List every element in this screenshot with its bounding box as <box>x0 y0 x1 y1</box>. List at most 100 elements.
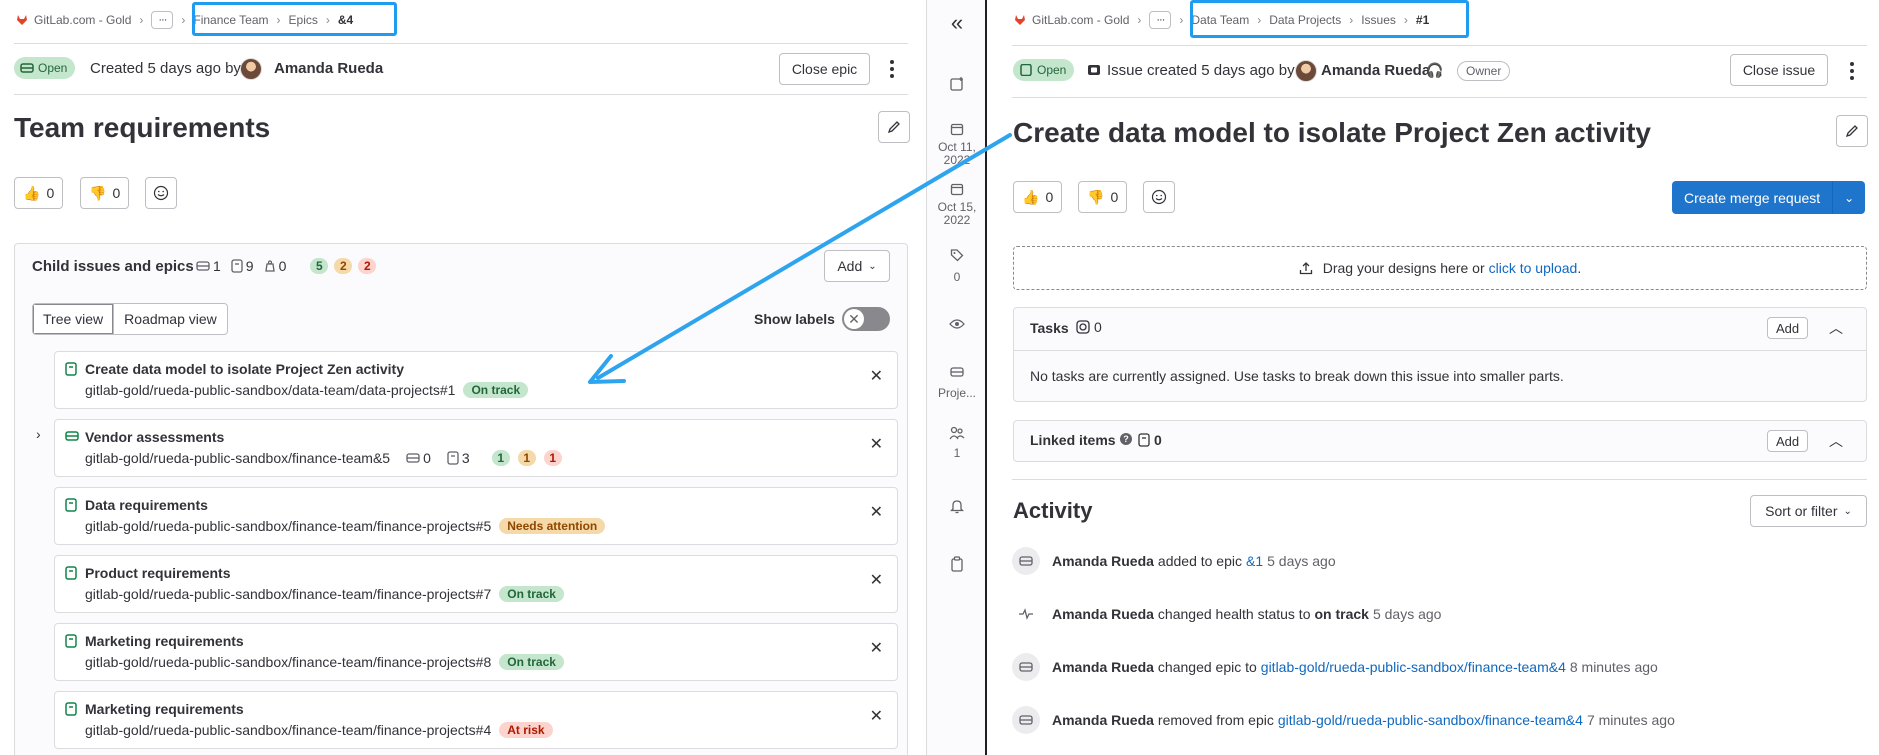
remove-child-button[interactable]: ✕ <box>870 434 883 454</box>
thumbs-up-count: 0 <box>1045 189 1054 205</box>
child-path-text: gitlab-gold/rueda-public-sandbox/finance… <box>85 518 492 534</box>
list-item[interactable]: Marketing requirements gitlab-gold/rueda… <box>54 691 898 749</box>
eye-icon[interactable] <box>927 318 987 333</box>
health-needs-attention-count: 1 <box>517 450 536 466</box>
close-issue-button[interactable]: Close issue <box>1730 54 1828 86</box>
collapse-chevron-up-icon[interactable]: ︿ <box>1829 431 1843 451</box>
remove-child-button[interactable]: ✕ <box>870 366 883 386</box>
start-date[interactable]: Oct 11, 2022 <box>927 122 987 167</box>
activity-link[interactable]: gitlab-gold/rueda-public-sandbox/finance… <box>1278 712 1583 728</box>
activity-author[interactable]: Amanda Rueda <box>1052 606 1154 622</box>
collapse-chevron-up-icon[interactable]: ︿ <box>1829 318 1843 338</box>
activity-author[interactable]: Amanda Rueda <box>1052 712 1154 728</box>
thumbs-up-count: 0 <box>46 185 55 201</box>
child-path-text: gitlab-gold/rueda-public-sandbox/data-te… <box>85 382 456 398</box>
chevron-right-icon: › <box>181 13 186 27</box>
more-actions-icon[interactable] <box>890 60 894 78</box>
child-path: gitlab-gold/rueda-public-sandbox/finance… <box>85 586 564 602</box>
avatar[interactable] <box>1295 60 1317 82</box>
child-title[interactable]: Data requirements <box>85 497 208 513</box>
child-title[interactable]: Product requirements <box>85 565 230 581</box>
breadcrumb-org[interactable]: GitLab.com - Gold <box>34 13 131 27</box>
thumbs-up-button[interactable]: 👍 0 <box>14 177 64 209</box>
child-title[interactable]: Marketing requirements <box>85 633 244 649</box>
smiley-icon <box>153 185 169 201</box>
activity-link[interactable]: gitlab-gold/rueda-public-sandbox/finance… <box>1261 659 1566 675</box>
activity-time: 5 days ago <box>1372 606 1442 622</box>
thumbs-down-count: 0 <box>112 185 121 201</box>
list-item[interactable]: Data requirements gitlab-gold/rueda-publ… <box>54 487 898 545</box>
chevron-down-icon[interactable]: ⌄ <box>1833 181 1866 214</box>
add-reaction-button[interactable] <box>145 177 177 209</box>
help-icon[interactable]: ? <box>1120 433 1132 445</box>
health-on-track-count: 1 <box>491 450 510 466</box>
close-epic-button[interactable]: Close epic <box>779 53 870 85</box>
add-child-button[interactable]: Add ⌄ <box>824 250 890 282</box>
avatar[interactable] <box>240 58 262 80</box>
activity-link[interactable]: &1 <box>1246 553 1263 569</box>
sort-filter-dropdown[interactable]: Sort or filter ⌄ <box>1750 495 1867 527</box>
child-path: gitlab-gold/rueda-public-sandbox/data-te… <box>85 382 529 398</box>
sort-filter-label: Sort or filter <box>1765 503 1838 519</box>
notifications-icon[interactable] <box>927 498 987 517</box>
labels-count: 0 <box>953 270 961 284</box>
copy-reference-icon[interactable] <box>927 556 987 575</box>
participants[interactable]: 1 <box>927 426 987 460</box>
create-merge-request-button[interactable]: Create merge request <box>1672 181 1834 214</box>
remove-child-button[interactable]: ✕ <box>870 638 883 658</box>
remove-child-button[interactable]: ✕ <box>870 706 883 726</box>
list-item[interactable]: Product requirements gitlab-gold/rueda-p… <box>54 555 898 613</box>
activity-author[interactable]: Amanda Rueda <box>1052 553 1154 569</box>
activity-item: Amanda Rueda added to epic &1 5 days ago <box>1012 547 1340 575</box>
health-status-badge: Needs attention <box>499 518 606 534</box>
add-linked-item-button[interactable]: Add <box>1767 430 1809 452</box>
remove-child-button[interactable]: ✕ <box>870 570 883 590</box>
collapse-sidebar-icon[interactable]: « <box>927 12 987 34</box>
thumbs-down-button[interactable]: 👎 0 <box>1078 181 1128 213</box>
activity-author[interactable]: Amanda Rueda <box>1052 659 1154 675</box>
tasks-empty-text: No tasks are currently assigned. Use tas… <box>1030 368 1564 384</box>
page-title: Create data model to isolate Project Zen… <box>1013 117 1651 148</box>
thumbs-down-button[interactable]: 👎 0 <box>80 177 130 209</box>
remove-child-button[interactable]: ✕ <box>870 502 883 522</box>
project[interactable]: Proje... <box>927 366 987 400</box>
author-link[interactable]: Amanda Rueda <box>274 60 383 77</box>
show-labels-toggle[interactable]: ✕ <box>842 307 890 331</box>
child-title[interactable]: Vendor assessments <box>85 429 224 445</box>
tab-roadmap-view[interactable]: Roadmap view <box>114 304 227 334</box>
add-task-button[interactable]: Add <box>1767 317 1809 339</box>
issue-open-icon <box>1020 64 1032 76</box>
thumbs-down-icon: 👎 <box>1087 188 1105 205</box>
epic-icon <box>1012 653 1040 681</box>
design-upload-dropzone[interactable]: Drag your designs here or click to uploa… <box>1013 246 1867 290</box>
activity-time: 8 minutes ago <box>1569 659 1658 675</box>
tasks-section <box>1013 307 1867 402</box>
list-item[interactable]: Marketing requirements gitlab-gold/rueda… <box>54 623 898 681</box>
edit-title-button[interactable] <box>1836 115 1868 147</box>
click-to-upload-link[interactable]: click to upload <box>1489 260 1578 276</box>
thumbs-down-count: 0 <box>1110 189 1119 205</box>
health-on-track-count: 5 <box>310 258 329 274</box>
add-reaction-button[interactable] <box>1143 181 1175 213</box>
due-date[interactable]: Oct 15, 2022 <box>927 182 987 227</box>
edit-title-button[interactable] <box>878 111 910 143</box>
more-actions-icon[interactable] <box>1850 62 1854 80</box>
child-title[interactable]: Marketing requirements <box>85 701 244 717</box>
breadcrumb-more-button[interactable]: ··· <box>1149 11 1172 29</box>
thumbs-up-button[interactable]: 👍 0 <box>1013 181 1063 213</box>
child-title[interactable]: Create data model to isolate Project Zen… <box>85 361 404 377</box>
list-item[interactable]: Create data model to isolate Project Zen… <box>54 351 898 409</box>
list-item[interactable]: Vendor assessments gitlab-gold/rueda-pub… <box>54 419 898 477</box>
tab-tree-view[interactable]: Tree view <box>33 304 115 334</box>
author-link[interactable]: Amanda Rueda <box>1321 62 1430 79</box>
activity-time: 7 minutes ago <box>1586 712 1675 728</box>
todo-add-icon[interactable] <box>927 76 987 95</box>
divider <box>14 43 908 44</box>
labels[interactable]: 0 <box>927 248 987 284</box>
chevron-right-icon: › <box>139 13 144 27</box>
chevron-down-icon: ⌄ <box>868 260 877 272</box>
breadcrumb-more-button[interactable]: ··· <box>151 11 174 29</box>
expand-chevron-icon[interactable]: › <box>36 426 41 442</box>
breadcrumb-org[interactable]: GitLab.com - Gold <box>1032 13 1129 27</box>
weight-count-value: 0 <box>278 258 287 274</box>
